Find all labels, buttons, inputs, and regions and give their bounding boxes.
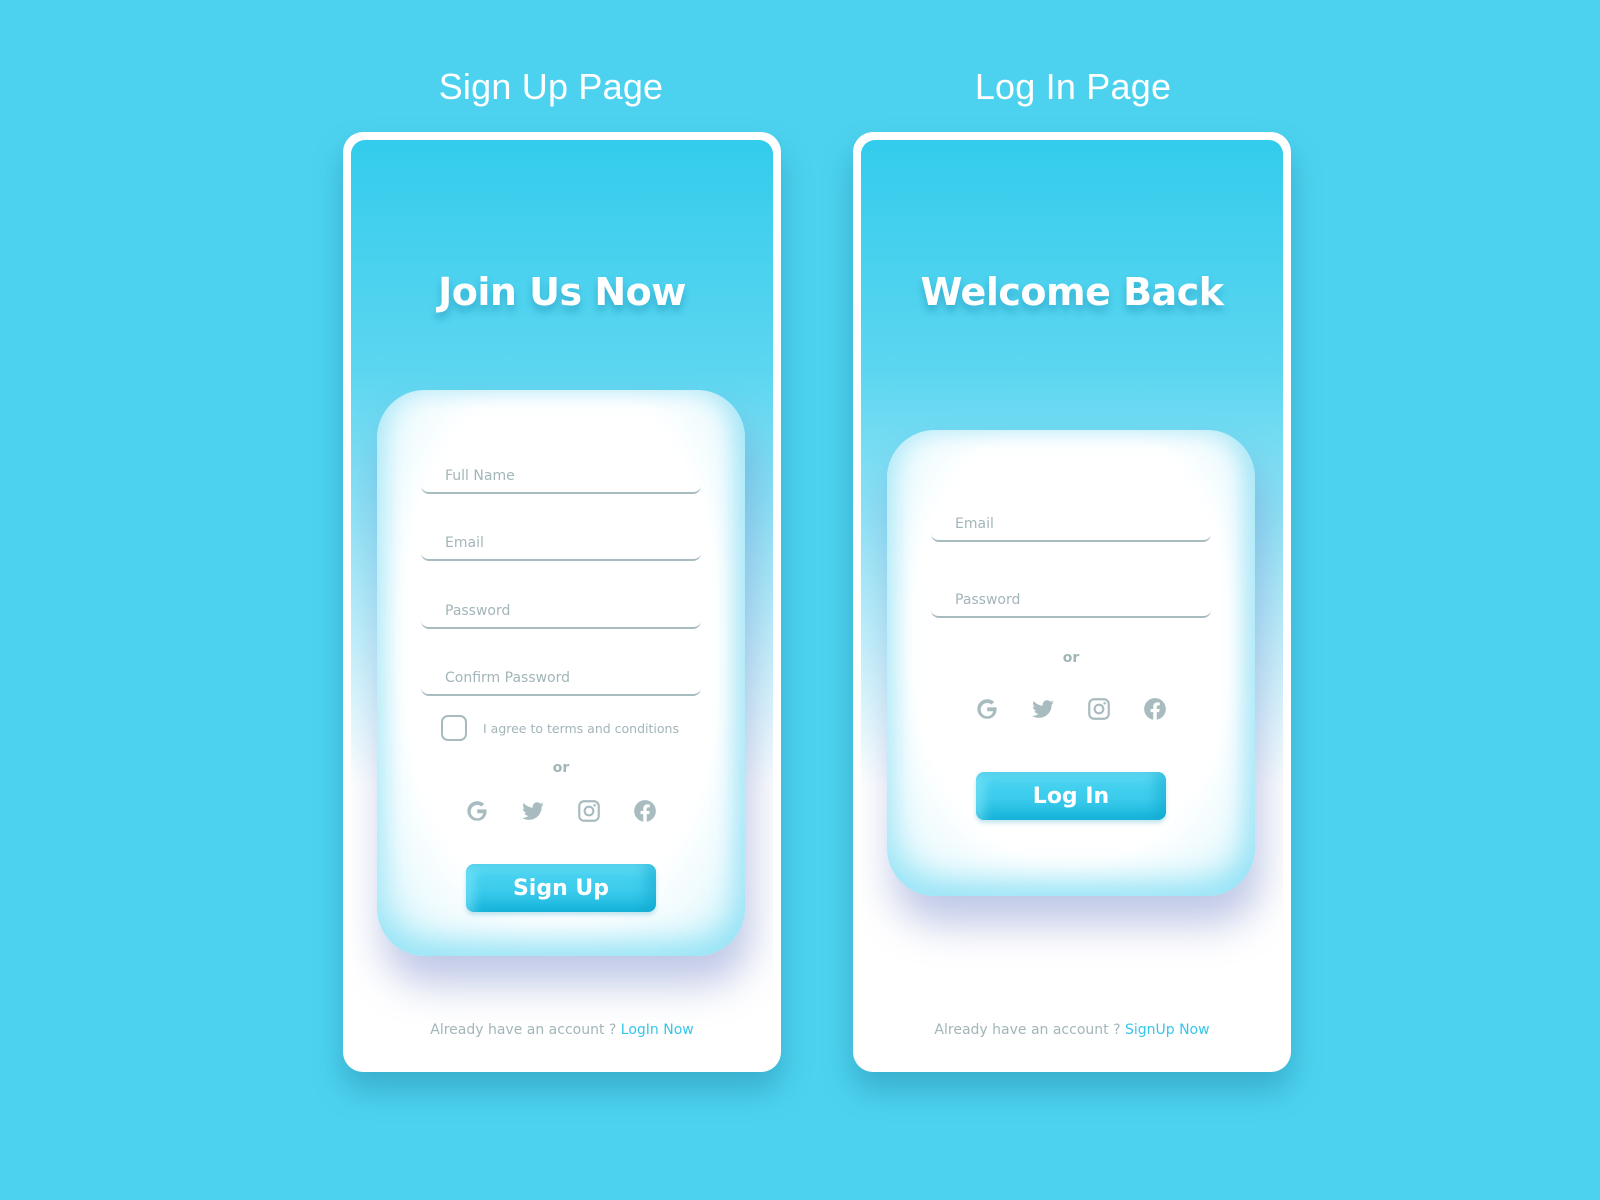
sign-up-button[interactable]: Sign Up xyxy=(466,864,656,912)
google-icon[interactable] xyxy=(974,696,1000,722)
terms-label: I agree to terms and conditions xyxy=(483,720,679,736)
login-email-input[interactable] xyxy=(955,516,1205,532)
full-name-field xyxy=(421,450,701,494)
login-email-field xyxy=(931,498,1211,542)
instagram-icon[interactable] xyxy=(576,798,602,824)
login-form-card: or Log In xyxy=(887,430,1255,896)
signup-now-link[interactable]: SignUp Now xyxy=(1125,1022,1210,1038)
login-headline: Welcome Back xyxy=(920,270,1225,314)
password-field xyxy=(421,585,701,629)
or-divider: or xyxy=(552,760,570,776)
email-field xyxy=(421,517,701,561)
confirm-password-field xyxy=(421,652,701,696)
login-now-link[interactable]: LogIn Now xyxy=(621,1022,694,1038)
signup-screen: Join Us Now I agree to terms and conditi… xyxy=(343,132,781,1072)
login-or-divider: or xyxy=(1062,650,1080,666)
login-password-input[interactable] xyxy=(955,592,1205,608)
google-icon[interactable] xyxy=(464,798,490,824)
login-social-row xyxy=(887,696,1255,722)
signup-page-label: Sign Up Page xyxy=(438,66,664,107)
signup-footer: Already have an account ? LogIn Now xyxy=(351,1022,773,1038)
twitter-icon[interactable] xyxy=(1030,696,1056,722)
facebook-icon[interactable] xyxy=(1142,696,1168,722)
instagram-icon[interactable] xyxy=(1086,696,1112,722)
terms-row: I agree to terms and conditions xyxy=(441,715,679,741)
twitter-icon[interactable] xyxy=(520,798,546,824)
signup-headline: Join Us Now xyxy=(438,270,686,314)
login-screen-content: Welcome Back or Log In Already have an a… xyxy=(861,140,1283,1064)
login-password-field xyxy=(931,574,1211,618)
terms-checkbox[interactable] xyxy=(441,715,467,741)
signup-screen-content: Join Us Now I agree to terms and conditi… xyxy=(351,140,773,1064)
login-screen: Welcome Back or Log In Already have an a… xyxy=(853,132,1291,1072)
login-footer-text: Already have an account ? xyxy=(934,1022,1125,1038)
log-in-button[interactable]: Log In xyxy=(976,772,1166,820)
password-input[interactable] xyxy=(445,603,695,619)
confirm-password-input[interactable] xyxy=(445,670,695,686)
full-name-input[interactable] xyxy=(445,468,695,484)
email-input[interactable] xyxy=(445,535,695,551)
social-login-row xyxy=(377,798,745,824)
login-footer: Already have an account ? SignUp Now xyxy=(861,1022,1283,1038)
signup-form-card: I agree to terms and conditions or Sign … xyxy=(377,390,745,956)
facebook-icon[interactable] xyxy=(632,798,658,824)
login-page-label: Log In Page xyxy=(974,66,1172,107)
signup-footer-text: Already have an account ? xyxy=(430,1022,621,1038)
